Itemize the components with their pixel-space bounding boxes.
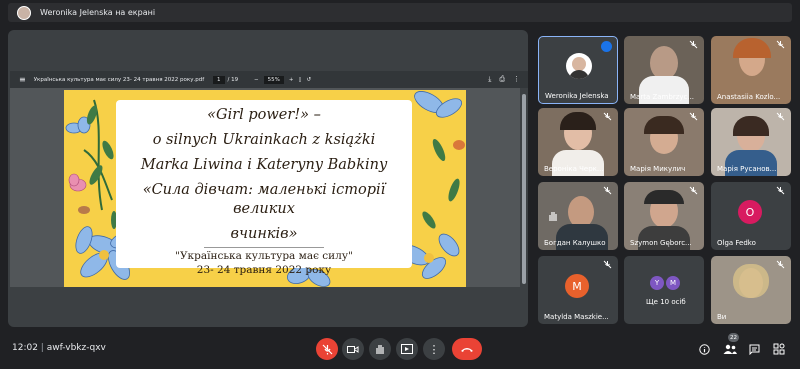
page-current[interactable]: 1 bbox=[213, 75, 225, 84]
camera-toggle-button[interactable] bbox=[342, 338, 364, 360]
mic-off-icon bbox=[603, 112, 612, 121]
page-indicator: 1 / 19 bbox=[213, 75, 239, 84]
participant-name: Szymon Gęborc... bbox=[630, 239, 692, 247]
participant-name: Ви bbox=[717, 313, 727, 321]
hang-up-icon bbox=[461, 347, 473, 352]
presenting-banner: Weronika Jelenska на екрані bbox=[8, 3, 792, 22]
meeting-code: awf-vbkz-qxv bbox=[46, 343, 106, 353]
rotate-icon[interactable]: ↺ bbox=[306, 77, 311, 83]
people-button[interactable]: 22 bbox=[722, 333, 739, 357]
mic-off-icon bbox=[776, 260, 785, 269]
present-button[interactable] bbox=[396, 338, 418, 360]
participant-name: Марія Русанов... bbox=[717, 165, 777, 173]
zoom-in-icon[interactable]: + bbox=[289, 77, 294, 83]
slide-subtitle-1: "Українська культура має силу" bbox=[175, 250, 353, 262]
avatar: Y bbox=[650, 276, 664, 290]
download-icon[interactable]: ⤓ bbox=[488, 75, 491, 84]
slide-subtitle-2: 23- 24 травня 2022 року bbox=[196, 264, 332, 276]
meeting-controls-bar: 12:02 | awf-vbkz-qxv ⋮ 22 bbox=[0, 330, 800, 369]
presenting-label: Weronika Jelenska на екрані bbox=[40, 8, 156, 17]
activities-icon bbox=[773, 343, 785, 355]
avatar: M bbox=[666, 276, 680, 290]
participant-tile[interactable]: Weronika Jelenska bbox=[538, 36, 618, 104]
mic-off-icon bbox=[776, 40, 785, 49]
participant-name: Anastasiia Kozlo... bbox=[717, 93, 781, 101]
participant-name: Matylda Maszkie... bbox=[544, 313, 609, 321]
participant-name: Вероніка Черк... bbox=[544, 165, 604, 173]
menu-icon[interactable]: ≡ bbox=[19, 75, 26, 84]
slide-text-card: «Girl power!» – o silnych Ukrainkach z k… bbox=[116, 100, 412, 276]
participant-name: Marta Zambrzyc... bbox=[630, 93, 695, 101]
mic-off-icon bbox=[603, 186, 612, 195]
participant-name: Марія Микулич bbox=[630, 165, 686, 173]
zoom-controls: − 55% + ▯ ↺ bbox=[254, 75, 311, 84]
more-options-button[interactable]: ⋮ bbox=[423, 338, 445, 360]
pdf-title: Українська культура має силу 23- 24 трав… bbox=[33, 76, 205, 83]
meeting-time: 12:02 | awf-vbkz-qxv bbox=[12, 343, 106, 353]
hand-icon bbox=[375, 345, 384, 354]
page-total: / 19 bbox=[227, 76, 239, 83]
mic-toggle-button[interactable] bbox=[316, 338, 338, 360]
camera-icon bbox=[347, 345, 359, 353]
raise-hand-button[interactable] bbox=[369, 338, 391, 360]
slide-line-2: o silnych Ukrainkach z książki bbox=[152, 132, 376, 148]
fit-page-icon[interactable]: ▯ bbox=[298, 77, 301, 83]
scrollbar-thumb[interactable] bbox=[522, 94, 526, 284]
mic-off-icon bbox=[776, 186, 785, 195]
mic-off-icon bbox=[689, 40, 698, 49]
chat-icon bbox=[749, 344, 759, 355]
zoom-level[interactable]: 55% bbox=[263, 75, 284, 84]
zoom-out-icon[interactable]: − bbox=[254, 77, 259, 83]
mic-off-icon bbox=[689, 186, 698, 195]
activities-button[interactable] bbox=[771, 341, 787, 357]
slide-line-1: «Girl power!» – bbox=[207, 107, 321, 123]
participant-count-badge: 22 bbox=[728, 333, 739, 342]
slide-divider bbox=[204, 247, 324, 248]
chat-button[interactable] bbox=[746, 341, 762, 357]
raised-hand-icon bbox=[549, 212, 557, 221]
speaking-icon bbox=[601, 41, 612, 52]
participant-name: Olga Fedko bbox=[717, 239, 756, 247]
more-participants-tile[interactable]: Y M Ще 10 осіб bbox=[624, 256, 704, 324]
participant-name: Weronika Jelenska bbox=[545, 92, 609, 100]
mic-off-icon bbox=[603, 260, 612, 269]
pdf-toolbar: ≡ Українська культура має силу 23- 24 тр… bbox=[10, 71, 528, 88]
info-icon bbox=[698, 343, 710, 355]
pdf-page-slide: «Girl power!» – o silnych Ukrainkach z k… bbox=[64, 90, 466, 287]
more-icon[interactable]: ⋮ bbox=[513, 75, 520, 84]
pdf-scrollbar[interactable] bbox=[520, 88, 528, 287]
slide-line-5: вчинків» bbox=[230, 226, 298, 242]
meeting-details-button[interactable] bbox=[696, 341, 712, 357]
people-icon bbox=[723, 344, 737, 354]
presenter-avatar bbox=[17, 5, 31, 20]
avatar bbox=[566, 53, 592, 79]
mic-off-icon bbox=[689, 112, 698, 121]
present-icon bbox=[401, 344, 413, 354]
avatar: M bbox=[565, 274, 589, 298]
mic-off-icon bbox=[776, 112, 785, 121]
mic-off-icon bbox=[322, 344, 332, 354]
participant-name: Богдан Калушко bbox=[544, 239, 606, 247]
print-icon[interactable]: ⎙ bbox=[499, 75, 505, 84]
more-vert-icon: ⋮ bbox=[428, 342, 440, 356]
avatar: O bbox=[738, 200, 762, 224]
slide-line-4: «Сила дівчат: маленькі історії великих bbox=[142, 182, 386, 217]
participant-name: Ще 10 осіб bbox=[646, 298, 686, 306]
leave-call-button[interactable] bbox=[452, 338, 482, 360]
slide-line-3: Marka Liwina i Kateryny Babkiny bbox=[140, 157, 388, 173]
